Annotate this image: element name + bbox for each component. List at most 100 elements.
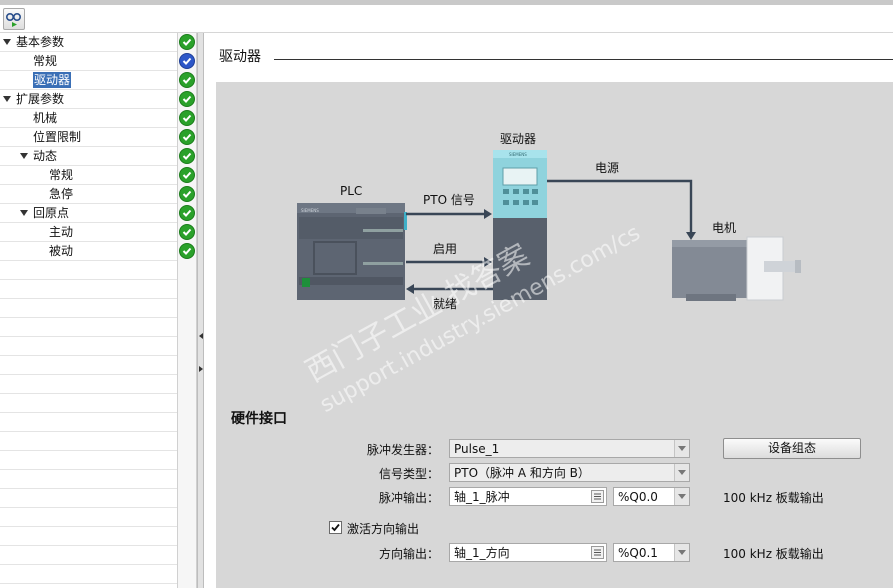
status-ok-icon <box>179 110 195 126</box>
signal-type-select[interactable]: PTO（脉冲 A 和方向 B） <box>449 463 690 482</box>
drive-config-panel: SIEMENS PLC SIEMENS 驱动器 电机 PTO 信号 启用 就绪 … <box>216 82 893 588</box>
checkmark-icon <box>331 523 340 532</box>
chevron-down-icon[interactable] <box>674 440 689 457</box>
chevron-down-icon[interactable] <box>674 544 689 561</box>
pulse-generator-select[interactable]: Pulse_1 <box>449 439 690 458</box>
drive-label: 驱动器 <box>500 132 536 146</box>
expand-arrow-icon[interactable] <box>3 39 11 45</box>
tree-empty-row <box>0 394 177 413</box>
signal-type-value: PTO（脉冲 A 和方向 B） <box>454 466 590 480</box>
tree-item-label: 主动 <box>49 225 74 239</box>
tree-item[interactable]: 位置限制 <box>0 128 177 147</box>
tree-empty-row <box>0 489 177 508</box>
signal-type-label: 信号类型： <box>378 467 439 481</box>
content-area: 驱动器 SIEMENS PLC SIEMENS 驱动器 电机 PTO 信号 启用… <box>204 33 893 588</box>
tree-item[interactable]: 扩展参数 <box>0 90 177 109</box>
tree-empty-row <box>0 375 177 394</box>
status-ok-icon <box>179 148 195 164</box>
status-ok-icon <box>179 34 195 50</box>
toolbar <box>0 0 893 33</box>
tree-empty-row <box>0 508 177 527</box>
direction-output-note: 100 kHz 板载输出 <box>723 547 824 561</box>
pulse-generator-value: Pulse_1 <box>454 442 500 456</box>
view-network-icon <box>5 13 22 27</box>
tree-empty-row <box>0 470 177 489</box>
pulse-output-note: 100 kHz 板载输出 <box>723 491 824 505</box>
tree-item-label: 驱动器 <box>33 72 72 88</box>
drive-brand: SIEMENS <box>509 152 527 157</box>
pulse-output-address-select[interactable]: %Q0.0 <box>613 487 690 506</box>
pto-signal-arrow <box>406 209 492 219</box>
status-column <box>177 33 197 588</box>
pulse-output-address: %Q0.0 <box>618 490 658 504</box>
tree-item[interactable]: 机械 <box>0 109 177 128</box>
motor-label: 电机 <box>712 221 736 235</box>
motor-device <box>672 236 801 301</box>
pulse-output-label: 脉冲输出： <box>378 491 439 505</box>
tree-empty-row <box>0 565 177 584</box>
pto-signal-label: PTO 信号 <box>423 193 475 207</box>
tree-empty-row <box>0 356 177 375</box>
tree-item[interactable]: 主动 <box>0 223 177 242</box>
direction-output-address: %Q0.1 <box>618 546 658 560</box>
hardware-heading: 硬件接口 <box>231 411 287 427</box>
plc-brand: SIEMENS <box>301 208 319 213</box>
drive-diagram: SIEMENS PLC SIEMENS 驱动器 电机 PTO 信号 启用 就绪 … <box>297 132 801 311</box>
tree-item[interactable]: 回原点 <box>0 204 177 223</box>
panel-splitter[interactable] <box>197 33 204 588</box>
tree-item-label: 机械 <box>33 111 58 125</box>
toolbar-view-button[interactable] <box>3 8 25 30</box>
pulse-generator-label: 脉冲发生器： <box>366 443 439 457</box>
tree-item[interactable]: 动态 <box>0 147 177 166</box>
status-current-icon <box>179 53 195 69</box>
direction-output-checkbox[interactable] <box>329 521 342 534</box>
chevron-down-icon[interactable] <box>674 488 689 505</box>
direction-output-address-select[interactable]: %Q0.1 <box>613 543 690 562</box>
tree-empty-row <box>0 280 177 299</box>
direction-output-tag-field[interactable]: 轴_1_方向 <box>449 543 607 562</box>
tree-empty-row <box>0 337 177 356</box>
expand-arrow-icon[interactable] <box>20 210 28 216</box>
status-ok-icon <box>179 224 195 240</box>
expand-arrow-icon[interactable] <box>3 96 11 102</box>
plc-label: PLC <box>340 184 362 198</box>
tree-empty-row <box>0 432 177 451</box>
device-config-button[interactable]: 设备组态 <box>723 438 861 459</box>
status-ok-icon <box>179 243 195 259</box>
tree-empty-row <box>0 451 177 470</box>
direction-output-tag: 轴_1_方向 <box>454 546 510 560</box>
tree-item[interactable]: 基本参数 <box>0 33 177 52</box>
tree-item[interactable]: 常规 <box>0 166 177 185</box>
tree-empty-row <box>0 299 177 318</box>
section-title: 驱动器 <box>219 49 261 65</box>
expand-right-icon[interactable] <box>199 366 203 372</box>
pulse-output-tag-field[interactable]: 轴_1_脉冲 <box>449 487 607 506</box>
app-window: 基本参数 常规 驱动器 扩展参数 机械 位置限制 动态 常规 急停 回原点 主动 被动 驱动器 <box>0 0 893 588</box>
tree-empty-row <box>0 546 177 565</box>
tree-item-label: 回原点 <box>33 206 70 220</box>
tree-item-label: 常规 <box>33 54 58 68</box>
tag-list-icon[interactable] <box>591 546 604 559</box>
tree-item[interactable]: 驱动器 <box>0 71 177 90</box>
tree-empty-row <box>0 413 177 432</box>
tree-item-label: 被动 <box>49 244 74 258</box>
collapse-left-icon[interactable] <box>199 333 203 339</box>
tag-list-icon[interactable] <box>591 490 604 503</box>
tree-item[interactable]: 常规 <box>0 52 177 71</box>
tree-empty-row <box>0 261 177 280</box>
status-ok-icon <box>179 186 195 202</box>
expand-arrow-icon[interactable] <box>20 153 28 159</box>
tree-empty-row <box>0 318 177 337</box>
tree-item-label: 基本参数 <box>16 35 65 49</box>
enable-label: 启用 <box>433 242 457 256</box>
direction-output-checkbox-label[interactable]: 激活方向输出 <box>347 520 419 537</box>
tree-item[interactable]: 被动 <box>0 242 177 261</box>
plc-device <box>297 203 407 300</box>
power-label: 电源 <box>595 161 619 175</box>
status-ok-icon <box>179 91 195 107</box>
pulse-output-tag: 轴_1_脉冲 <box>454 490 510 504</box>
chevron-down-icon[interactable] <box>674 464 689 481</box>
tree-empty-row <box>0 527 177 546</box>
tree-item[interactable]: 急停 <box>0 185 177 204</box>
parameter-tree: 基本参数 常规 驱动器 扩展参数 机械 位置限制 动态 常规 急停 回原点 主动 被动 <box>0 33 197 588</box>
